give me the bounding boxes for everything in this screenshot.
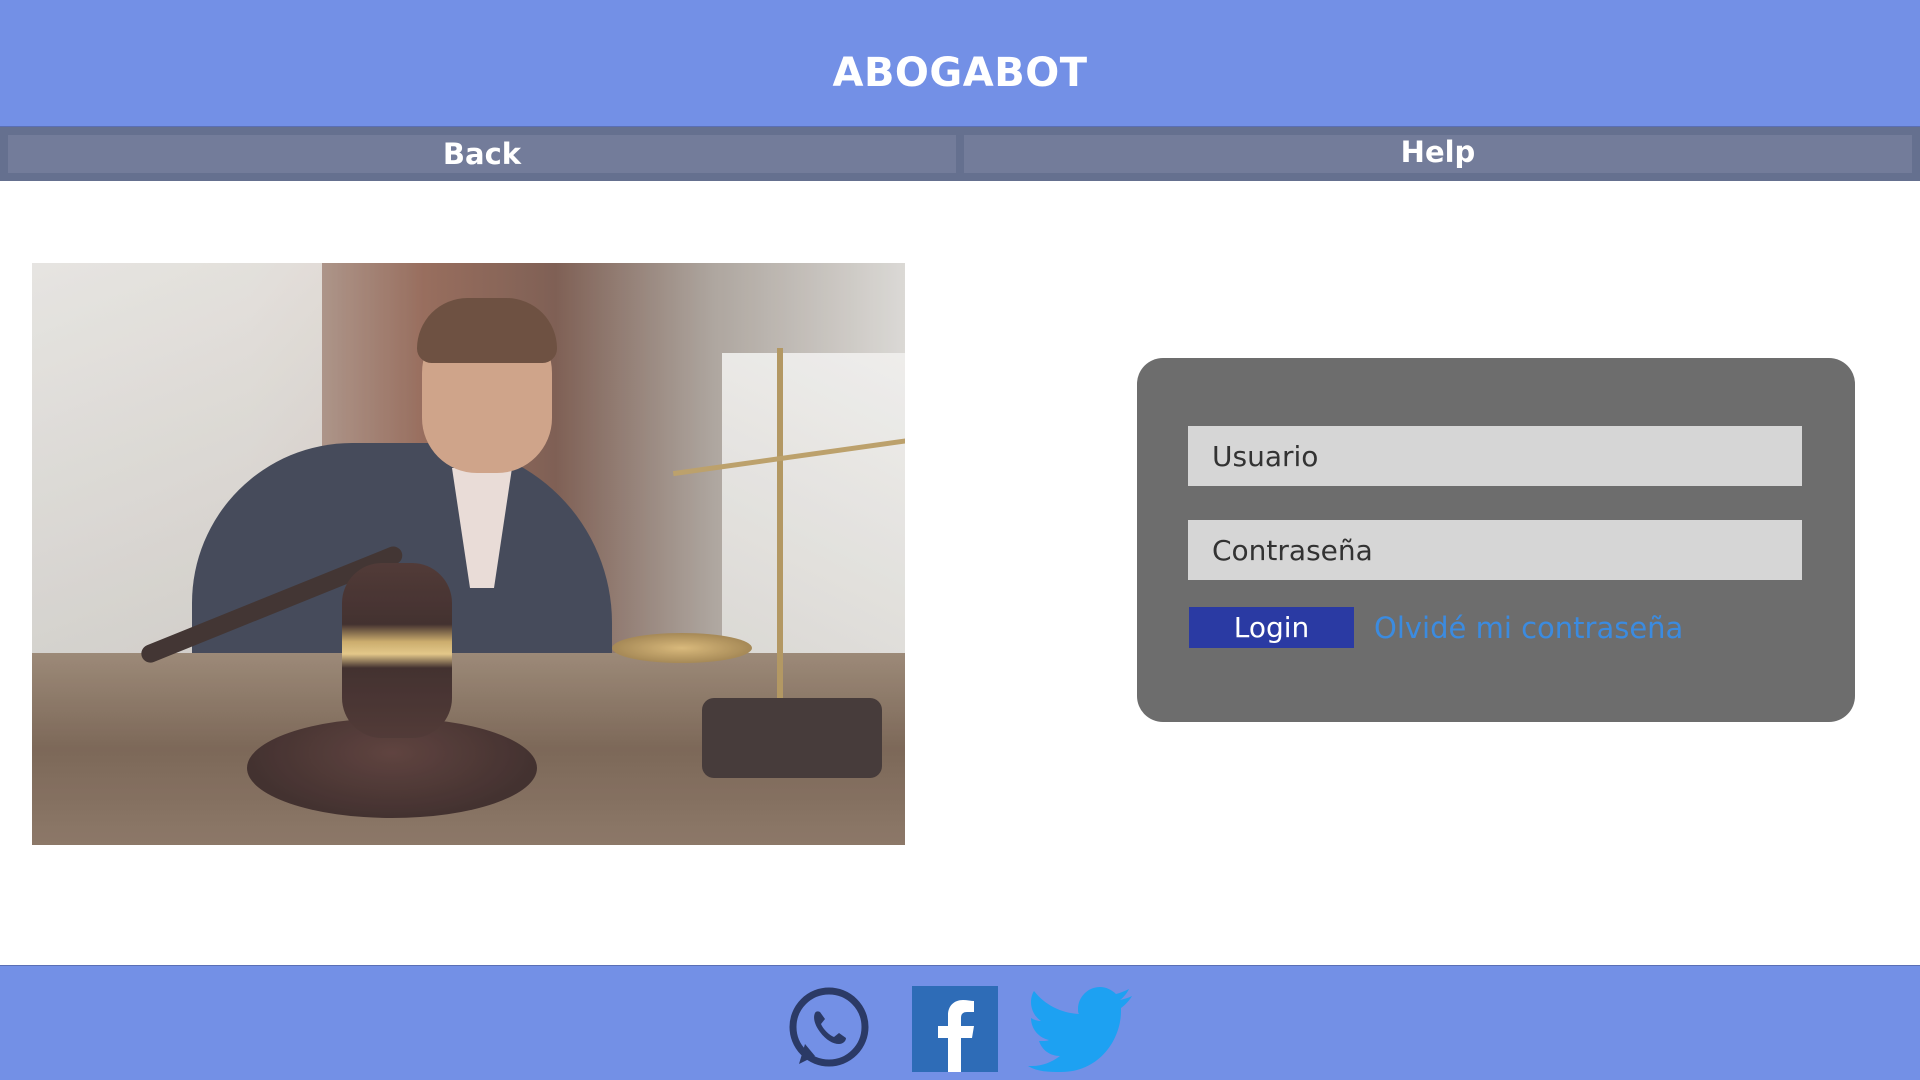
help-button[interactable]: Help: [964, 135, 1912, 173]
footer-bar: [0, 965, 1920, 1080]
header-bar: ABOGABOT: [0, 0, 1920, 127]
login-card: Login Olvidé mi contraseña: [1137, 358, 1855, 722]
back-button[interactable]: Back: [8, 135, 956, 173]
password-input[interactable]: [1188, 520, 1802, 580]
facebook-icon[interactable]: [912, 986, 998, 1072]
forgot-password-link[interactable]: Olvidé mi contraseña: [1374, 608, 1683, 649]
login-button[interactable]: Login: [1189, 607, 1354, 648]
login-page: ABOGABOT Back Help Login Olvidé mi contr…: [0, 0, 1920, 1080]
twitter-icon[interactable]: [1028, 986, 1134, 1072]
lawyer-photo: [32, 263, 905, 845]
photo-overlay: [32, 263, 905, 845]
whatsapp-icon[interactable]: [785, 986, 871, 1072]
app-title: ABOGABOT: [832, 50, 1088, 96]
username-input[interactable]: [1188, 426, 1802, 486]
nav-bar: Back Help: [0, 127, 1920, 181]
